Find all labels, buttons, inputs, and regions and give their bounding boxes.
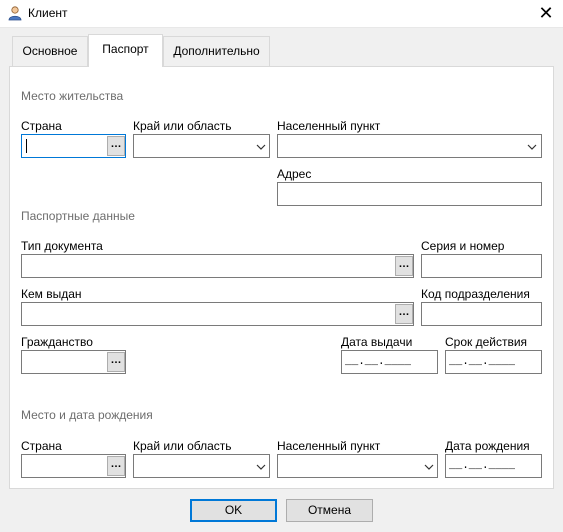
expiry-date-label: Срок действия bbox=[445, 335, 528, 349]
close-icon: ✕ bbox=[538, 3, 554, 23]
birth-region-label: Край или область bbox=[133, 439, 232, 453]
expiry-date-input[interactable]: __.__.____ bbox=[445, 350, 542, 374]
citizenship-browse-button[interactable]: … bbox=[107, 352, 125, 372]
chevron-down-icon bbox=[256, 464, 266, 470]
residence-locality-label: Населенный пункт bbox=[277, 119, 381, 133]
birth-country-label: Страна bbox=[21, 439, 62, 453]
residence-region-label: Край или область bbox=[133, 119, 232, 133]
tab-additional[interactable]: Дополнительно bbox=[163, 36, 270, 66]
issue-date-label: Дата выдачи bbox=[341, 335, 413, 349]
residence-country-input[interactable]: … bbox=[21, 134, 126, 158]
chevron-down-icon bbox=[424, 464, 434, 470]
residence-address-label: Адрес bbox=[277, 167, 312, 181]
birth-region-select[interactable] bbox=[133, 454, 270, 478]
tab-general[interactable]: Основное bbox=[12, 36, 88, 66]
issue-date-value: __.__.____ bbox=[345, 356, 412, 368]
issued-by-browse-button[interactable]: … bbox=[395, 304, 413, 324]
residence-country-browse-button[interactable]: … bbox=[107, 136, 125, 156]
title-bar: Клиент ✕ bbox=[0, 0, 563, 28]
series-number-label: Серия и номер bbox=[421, 239, 505, 253]
section-residence-heading: Место жительства bbox=[21, 89, 124, 103]
birth-date-value: __.__.____ bbox=[449, 460, 516, 472]
citizenship-input[interactable]: … bbox=[21, 350, 126, 374]
close-button[interactable]: ✕ bbox=[532, 2, 560, 24]
chevron-down-icon bbox=[527, 144, 537, 150]
section-passport-heading: Паспортные данные bbox=[21, 209, 135, 223]
ok-button[interactable]: OK bbox=[190, 499, 277, 522]
residence-address-input[interactable] bbox=[277, 182, 542, 206]
citizenship-label: Гражданство bbox=[21, 335, 93, 349]
doc-type-label: Тип документа bbox=[21, 239, 103, 253]
issue-date-input[interactable]: __.__.____ bbox=[341, 350, 438, 374]
birth-country-browse-button[interactable]: … bbox=[107, 456, 125, 476]
birth-date-label: Дата рождения bbox=[445, 439, 530, 453]
dept-code-input[interactable] bbox=[421, 302, 542, 326]
section-birth-heading: Место и дата рождения bbox=[21, 408, 153, 422]
birth-date-input[interactable]: __.__.____ bbox=[445, 454, 542, 478]
text-caret bbox=[26, 139, 27, 153]
residence-locality-select[interactable] bbox=[277, 134, 542, 158]
issued-by-input[interactable]: … bbox=[21, 302, 414, 326]
doc-type-input[interactable]: … bbox=[21, 254, 414, 278]
birth-locality-label: Населенный пункт bbox=[277, 439, 381, 453]
doc-type-browse-button[interactable]: … bbox=[395, 256, 413, 276]
expiry-date-value: __.__.____ bbox=[449, 356, 516, 368]
window-title: Клиент bbox=[28, 6, 68, 20]
series-number-input[interactable] bbox=[421, 254, 542, 278]
cancel-button[interactable]: Отмена bbox=[286, 499, 373, 522]
issued-by-label: Кем выдан bbox=[21, 287, 82, 301]
chevron-down-icon bbox=[256, 144, 266, 150]
residence-region-select[interactable] bbox=[133, 134, 270, 158]
user-icon bbox=[7, 5, 23, 21]
tab-passport[interactable]: Паспорт bbox=[88, 34, 163, 67]
birth-country-input[interactable]: … bbox=[21, 454, 126, 478]
birth-locality-select[interactable] bbox=[277, 454, 438, 478]
dept-code-label: Код подразделения bbox=[421, 287, 530, 301]
residence-country-label: Страна bbox=[21, 119, 62, 133]
